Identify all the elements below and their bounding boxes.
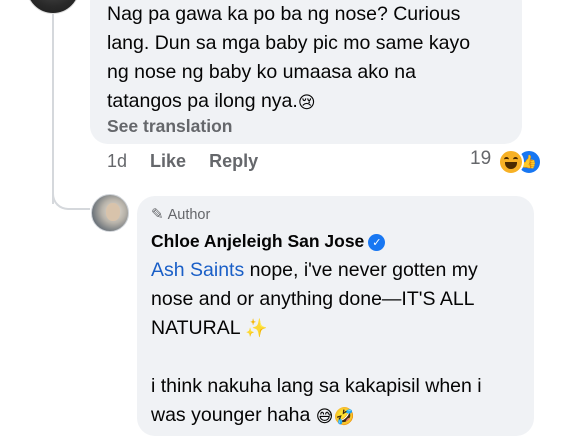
comment-line-text: tatangos pa ilong nya.: [107, 90, 298, 112]
sparkles-emoji-icon: ✨: [245, 318, 268, 339]
reply-line: was younger haha 😅🤣: [151, 401, 521, 432]
reply-line: Ash Saints nope, i've never gotten my: [151, 256, 521, 285]
pencil-icon: ✎: [151, 205, 164, 223]
comment-line: ng nose ng baby ko umaasa ako na: [107, 61, 416, 83]
like-button[interactable]: Like: [150, 151, 186, 172]
comment-actions: 1d Like Reply: [107, 151, 276, 172]
author-avatar[interactable]: [91, 194, 129, 232]
commenter-avatar[interactable]: [26, 0, 80, 14]
comment-timestamp[interactable]: 1d: [107, 151, 127, 172]
reply-line: i think nakuha lang sa kakapisil when i: [151, 375, 482, 397]
haha-mouth: [505, 162, 517, 169]
reply-line: nose and or anything done—IT'S ALL: [151, 288, 475, 310]
see-translation-link[interactable]: See translation: [107, 116, 232, 137]
author-badge-label: Author: [167, 207, 211, 223]
comment-line: Nag pa gawa ka po ba ng nose? Curious: [107, 3, 461, 25]
reply-spacer: [151, 343, 521, 372]
comment-line: tatangos pa ilong nya.😢: [107, 87, 512, 118]
reply-line-text: nope, i've never gotten my: [244, 259, 478, 281]
reply-button[interactable]: Reply: [209, 151, 258, 172]
comment-text: Nag pa gawa ka po ba ng nose? Curious la…: [107, 0, 512, 118]
reply-line-text: was younger haha: [151, 404, 311, 426]
comment-line: lang. Dun sa mga baby pic mo same kayo: [107, 32, 471, 54]
author-name-link[interactable]: Chloe Anjeleigh San Jose ✓: [151, 231, 386, 252]
reply-line-text: NATURAL: [151, 317, 240, 339]
mention-link[interactable]: Ash Saints: [151, 259, 244, 281]
avatar-face: [106, 203, 120, 221]
laughing-emojis-icon: 😅🤣: [315, 407, 355, 427]
haha-reaction-icon[interactable]: [498, 149, 524, 175]
reply-text: Ash Saints nope, i've never gotten my no…: [151, 256, 521, 432]
thread-connector: [52, 180, 90, 210]
reaction-count[interactable]: 19: [470, 148, 491, 170]
thread-line: [52, 14, 54, 204]
author-badge: ✎ Author: [151, 205, 210, 223]
verified-badge-icon: ✓: [368, 234, 386, 251]
author-name[interactable]: Chloe Anjeleigh San Jose: [151, 231, 364, 251]
crying-emoji-icon: 😢: [297, 93, 316, 113]
reply-line: NATURAL ✨: [151, 314, 521, 343]
